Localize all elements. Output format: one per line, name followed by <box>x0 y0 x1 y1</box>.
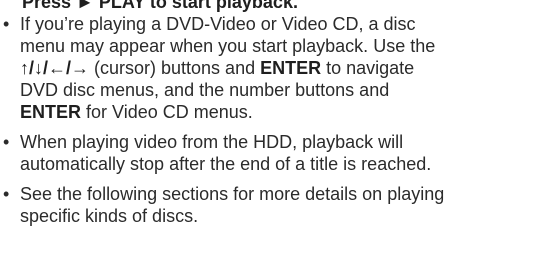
enter-label: ENTER <box>20 102 82 122</box>
list-item-disc-menus: • If you’re playing a DVD-Video or Video… <box>0 13 542 123</box>
instruction-list: • If you’re playing a DVD-Video or Video… <box>0 13 542 235</box>
text-line: specific kinds of discs. <box>20 206 199 226</box>
text-line: When playing video from the HDD, playbac… <box>20 132 404 152</box>
play-icon: ► <box>76 0 94 12</box>
cursor-arrows-icon: ↑/↓/←/→ <box>20 58 90 78</box>
bullet-icon: • <box>3 184 10 204</box>
text-line: DVD disc menus, and the number buttons a… <box>20 80 390 100</box>
text-line: If you’re playing a DVD-Video or Video C… <box>20 14 416 34</box>
enter-label: ENTER <box>260 58 322 78</box>
text-line: automatically stop after the end of a ti… <box>20 154 432 174</box>
text-line-enter: ENTER for Video CD menus. <box>20 101 542 123</box>
heading-prefix: Press <box>22 0 77 12</box>
text-line: See the following sections for more deta… <box>20 184 445 204</box>
step-heading: Press ► PLAY to start playback. <box>22 0 298 13</box>
text-line-cursor-buttons: ↑/↓/←/→ (cursor) buttons and ENTER to na… <box>20 57 542 79</box>
manual-page: Press ► PLAY to start playback. • If you… <box>0 0 542 259</box>
bullet-icon: • <box>3 14 10 34</box>
text-fragment: (cursor) buttons and <box>89 58 261 78</box>
list-item-more-details: • See the following sections for more de… <box>0 183 542 227</box>
text-fragment: for Video CD menus. <box>81 102 253 122</box>
list-item-hdd-playback: • When playing video from the HDD, playb… <box>0 131 542 175</box>
text-line: menu may appear when you start playback.… <box>20 36 436 56</box>
bullet-icon: • <box>3 132 10 152</box>
heading-suffix: PLAY to start playback. <box>93 0 298 12</box>
text-fragment: to navigate <box>321 58 415 78</box>
